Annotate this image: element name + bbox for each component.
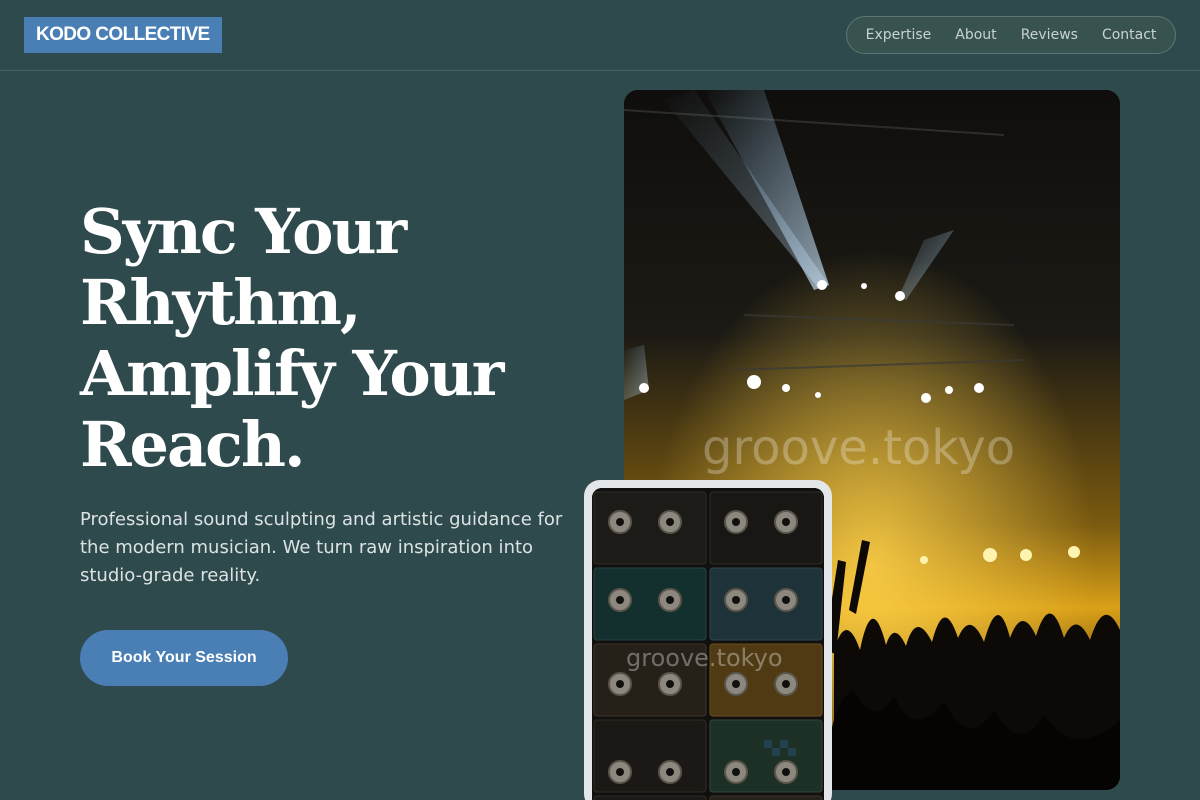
nav-link-expertise[interactable]: Expertise [866,27,932,43]
hero-title: Sync Your Rhythm, Amplify Your Reach. [80,196,600,480]
nav-link-contact[interactable]: Contact [1102,27,1156,43]
hero-title-line: Rhythm, [80,266,362,339]
main-nav: Expertise About Reviews Contact [846,16,1176,54]
nav-link-about[interactable]: About [955,27,996,43]
brand-logo[interactable]: KODO COLLECTIVE [24,17,222,53]
hero-title-line: Amplify Your [80,337,504,410]
hero-subtitle: Professional sound sculpting and artisti… [80,509,563,586]
phone-watermark: groove.tokyo [626,644,783,672]
phone-mockup: groove.tokyo [584,480,832,800]
book-session-button[interactable]: Book Your Session [80,630,288,686]
hero-title-line: Sync Your [80,195,407,268]
hero-title-line: Reach. [80,408,306,481]
site-header: KODO COLLECTIVE Expertise About Reviews … [0,0,1200,71]
cassette-photo: groove.tokyo [592,488,824,800]
nav-link-reviews[interactable]: Reviews [1021,27,1078,43]
photo-watermark: groove.tokyo [702,420,1016,476]
